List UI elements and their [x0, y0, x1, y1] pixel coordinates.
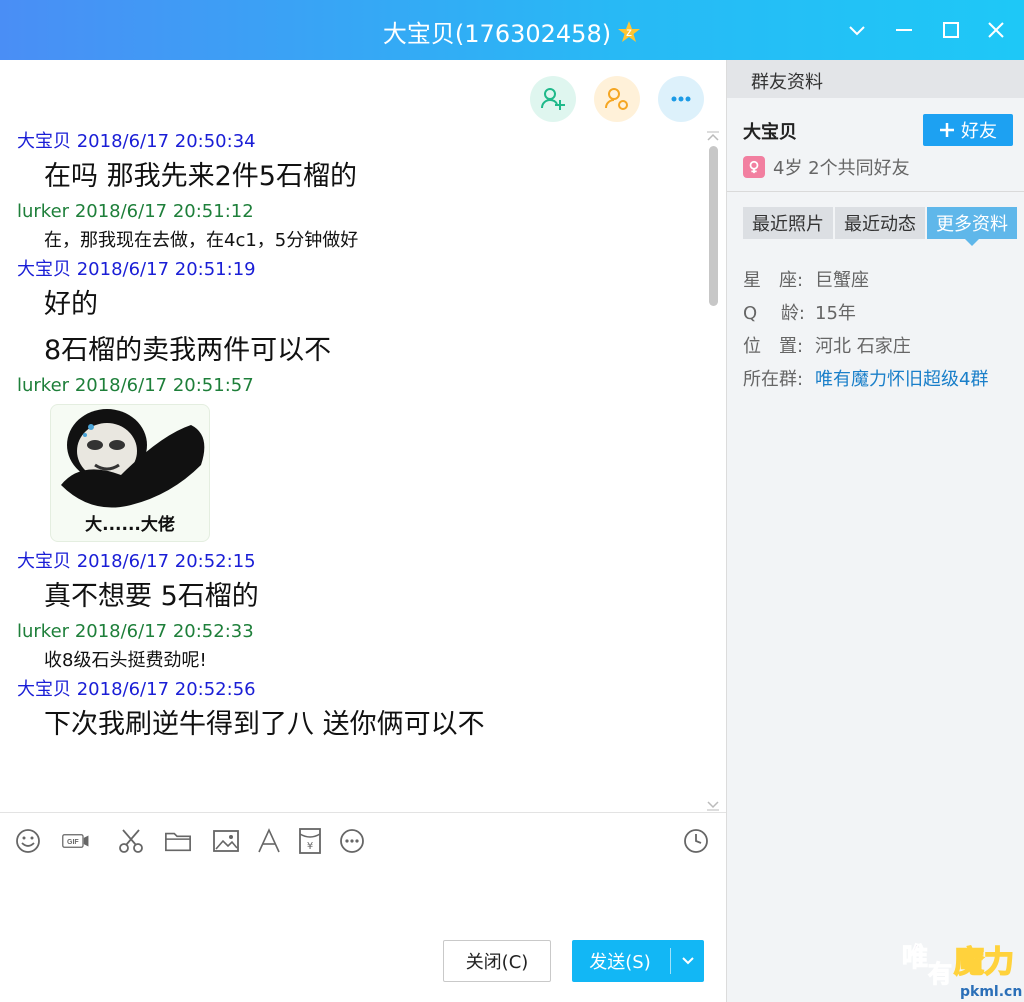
- svg-text:pkml.cn: pkml.cn: [960, 984, 1022, 1000]
- info-value: 河北 石家庄: [815, 336, 911, 357]
- svg-text:¥: ¥: [307, 841, 313, 852]
- message: lurker 2018/6/17 20:51:12 在，那我现在去做，在4c1，…: [0, 200, 700, 258]
- info-row: Q 龄: 15年: [743, 297, 988, 330]
- scroll-thumb[interactable]: [709, 146, 718, 306]
- tab-recent-activity[interactable]: 最近动态: [835, 207, 925, 239]
- profile-button[interactable]: [594, 76, 640, 122]
- scroll-up-icon[interactable]: [706, 128, 720, 141]
- minimize-icon[interactable]: [890, 16, 918, 44]
- tab-more-info[interactable]: 更多资料: [927, 207, 1017, 246]
- window-title-text: 大宝贝(176302458): [382, 20, 612, 48]
- profile-tabs: 最近照片 最近动态 更多资料: [743, 207, 1017, 246]
- gif-icon[interactable]: GIF: [62, 827, 98, 855]
- chat-area: 大宝贝 2018/6/17 20:50:34 在吗 那我先来2件5石榴的 lur…: [0, 60, 726, 812]
- message-text: 在，那我现在去做，在4c1，5分钟做好: [44, 230, 359, 251]
- chat-actions: [530, 76, 704, 122]
- add-friend-label: 好友: [961, 121, 997, 142]
- info-value: 巨蟹座: [815, 270, 869, 291]
- female-icon: [743, 156, 765, 178]
- close-button[interactable]: 关闭(C): [443, 940, 551, 982]
- send-divider: [670, 948, 671, 974]
- info-value: 15年: [815, 303, 856, 324]
- folder-icon[interactable]: [164, 827, 194, 855]
- message-header: lurker 2018/6/17 20:51:57: [17, 375, 254, 396]
- member-subtitle: 4岁 2个共同好友: [743, 154, 910, 180]
- message-header: 大宝贝 2018/6/17 20:52:15: [17, 551, 256, 572]
- sticker-caption: 大......大佬: [85, 515, 175, 535]
- user-settings-icon: [605, 88, 628, 110]
- send-button-label: 发送(S): [589, 952, 651, 973]
- message-list: 大宝贝 2018/6/17 20:50:34 在吗 那我先来2件5石榴的 lur…: [0, 130, 700, 810]
- info-row: 星 座: 巨蟹座: [743, 264, 988, 297]
- message-header: 大宝贝 2018/6/17 20:50:34: [17, 131, 256, 152]
- scroll-down-icon[interactable]: [706, 796, 720, 811]
- message-text: 好的: [0, 282, 700, 328]
- svg-text:有: 有: [928, 960, 952, 988]
- message: lurker 2018/6/17 20:52:33 收8级石头挺费劲呢!: [0, 620, 700, 678]
- message-header: 大宝贝 2018/6/17 20:52:56: [17, 679, 256, 700]
- title-bar: 大宝贝(176302458) Z: [0, 0, 1024, 60]
- info-key: 所在群:: [743, 369, 804, 390]
- clock-icon[interactable]: [682, 827, 710, 855]
- close-window-icon[interactable]: [982, 16, 1010, 44]
- message: 大宝贝 2018/6/17 20:51:19 好的 8石榴的卖我两件可以不: [0, 258, 700, 374]
- scissors-icon[interactable]: [117, 827, 145, 855]
- svg-text:Z: Z: [626, 28, 632, 38]
- font-icon[interactable]: [255, 827, 283, 855]
- tab-recent-photos[interactable]: 最近照片: [743, 207, 833, 239]
- message: 大宝贝 2018/6/17 20:52:56 下次我刷逆牛得到了八 送你俩可以不: [0, 678, 700, 748]
- maximize-icon[interactable]: [937, 16, 965, 44]
- dropdown-chevron-icon[interactable]: [843, 16, 871, 44]
- message-input[interactable]: [0, 868, 726, 928]
- message-header: lurker 2018/6/17 20:52:33: [17, 621, 254, 642]
- info-row: 位 置: 河北 石家庄: [743, 330, 988, 363]
- add-user-icon: [541, 88, 565, 110]
- more-options-button[interactable]: [658, 76, 704, 122]
- more-icon[interactable]: [338, 827, 366, 855]
- info-key: Q 龄:: [743, 303, 805, 324]
- message-header: 大宝贝 2018/6/17 20:51:19: [17, 259, 256, 280]
- red-packet-icon[interactable]: ¥: [296, 827, 324, 855]
- message-text: 8石榴的卖我两件可以不: [0, 328, 700, 374]
- plus-icon: [940, 123, 954, 137]
- profile-info: 星 座: 巨蟹座 Q 龄: 15年 位 置: 河北 石家庄 所在群: 唯有魔力怀旧超级4…: [743, 264, 988, 396]
- panel-title: 群友资料: [727, 60, 1024, 98]
- age-friends-text: 4岁 2个共同好友: [773, 158, 910, 179]
- message: 大宝贝 2018/6/17 20:50:34 在吗 那我先来2件5石榴的: [0, 130, 700, 200]
- message-text: 下次我刷逆牛得到了八 送你俩可以不: [44, 709, 485, 740]
- member-info-panel: 群友资料 大宝贝 好友 4岁 2个共同好友 最近照片 最近动态 更多资料 星 座…: [726, 60, 1024, 1002]
- member-name: 大宝贝: [743, 122, 797, 143]
- message: lurker 2018/6/17 20:51:57 大......大佬: [0, 374, 700, 542]
- svg-text:魔力: 魔力: [954, 945, 1014, 980]
- send-options-chevron-icon[interactable]: [672, 940, 704, 982]
- info-key: 位 置:: [743, 336, 804, 357]
- message-text: 收8级石头挺费劲呢!: [44, 650, 207, 671]
- group-link[interactable]: 唯有魔力怀旧超级4群: [815, 369, 988, 390]
- ellipsis-icon: [671, 96, 691, 102]
- message: 大宝贝 2018/6/17 20:52:15 真不想要 5石榴的: [0, 550, 700, 620]
- input-toolbar: GIF ¥: [0, 812, 726, 868]
- add-member-button[interactable]: [530, 76, 576, 122]
- message-text: 在吗 那我先来2件5石榴的: [44, 161, 357, 192]
- emoji-icon[interactable]: [14, 827, 42, 855]
- site-logo: 唯 有 魔力 pkml.cn: [898, 922, 1023, 1001]
- add-friend-button[interactable]: 好友: [923, 114, 1013, 146]
- sticker-image[interactable]: 大......大佬: [50, 404, 210, 542]
- info-key: 星 座:: [743, 270, 804, 291]
- message-text: 真不想要 5石榴的: [44, 581, 259, 612]
- svg-text:GIF: GIF: [67, 839, 79, 846]
- star-badge-icon: Z: [617, 20, 641, 44]
- divider: [727, 191, 1024, 192]
- svg-text:唯: 唯: [902, 943, 928, 973]
- info-row: 所在群: 唯有魔力怀旧超级4群: [743, 363, 988, 396]
- image-icon[interactable]: [212, 827, 240, 855]
- send-button[interactable]: 发送(S): [572, 940, 704, 982]
- message-header: lurker 2018/6/17 20:51:12: [17, 201, 254, 222]
- scrollbar[interactable]: [706, 128, 720, 811]
